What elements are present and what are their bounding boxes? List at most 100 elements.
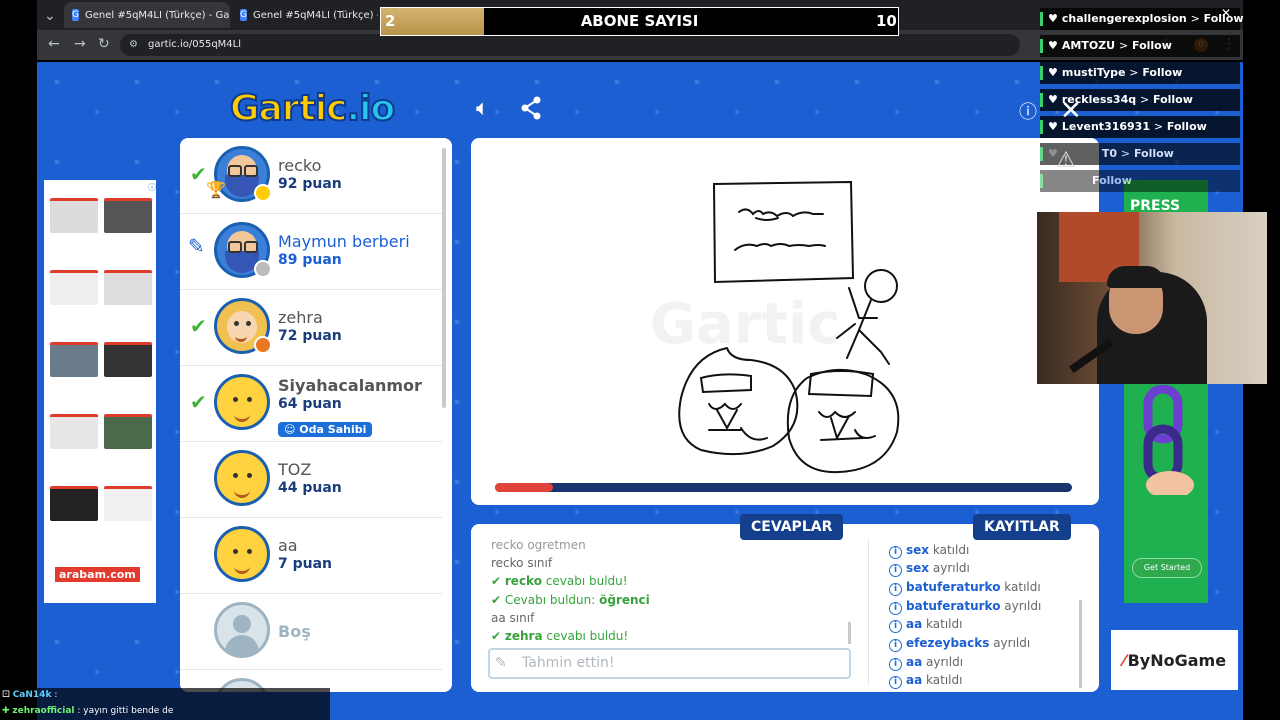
sub-goal-current: 2	[385, 12, 396, 30]
reload-icon[interactable]: ↻	[98, 36, 110, 52]
player-points: 89 puan	[278, 252, 342, 268]
check-icon: ✔	[190, 162, 207, 186]
pencil-icon: ✎	[188, 234, 205, 258]
stream-chat-line: ⚀ CaN14k :	[2, 690, 58, 700]
check-icon: ✔	[491, 593, 502, 607]
stream-left-border	[0, 0, 37, 720]
log-entry: i efezeybacks ayrıldı	[889, 636, 1030, 652]
gartic-favicon-icon: G	[72, 9, 79, 21]
log-entry: i aa ayrıldı	[889, 655, 963, 671]
sound-icon[interactable]: 🔈︎	[476, 96, 489, 121]
heart-icon: ♥	[1048, 39, 1058, 52]
tab-title: Genel #5qM4LI (Türkçe) - Gartic	[252, 9, 378, 21]
player-name: recko	[278, 156, 322, 175]
close-overlay-icon[interactable]: ✕	[1060, 96, 1082, 126]
status-dot	[254, 184, 272, 202]
check-icon: ✔	[190, 390, 207, 414]
player-name: aa	[278, 536, 298, 555]
share-icon[interactable]	[520, 96, 542, 126]
player-points: 72 puan	[278, 328, 342, 344]
player-row: TOZ 44 puan	[180, 442, 442, 518]
check-icon: ✔	[491, 574, 502, 588]
chain-link-icon	[1143, 385, 1194, 495]
player-points: 92 puan	[278, 176, 342, 192]
round-timer-track	[495, 483, 1072, 492]
trophy-icon: 🏆	[206, 180, 226, 199]
log-entry: i aa katıldı	[889, 617, 962, 633]
badge-icon: ✚	[2, 706, 10, 716]
logs-tab[interactable]: KAYITLAR	[973, 514, 1071, 540]
tab-search-icon[interactable]: ⌄	[44, 8, 56, 24]
tab-title: Genel #5qM4LI (Türkçe) - Gartic	[84, 9, 230, 21]
bynogame-logo: ⁄ ByNoGame	[1111, 630, 1238, 690]
sub-goal-target: 10	[876, 12, 897, 30]
streamer-webcam	[1037, 212, 1267, 384]
get-started-button[interactable]: Get Started	[1132, 558, 1202, 578]
avatar	[214, 450, 270, 506]
player-row: ✔ Siyahacalanmor 64 puan ☺ Oda Sahibi	[180, 366, 442, 442]
heart-icon: ♥	[1048, 120, 1058, 133]
player-row: ✎ Maymun berberi 89 puan	[180, 214, 442, 290]
player-points: 64 puan	[278, 396, 342, 412]
avatar	[214, 526, 270, 582]
answer-message: recko ogretmen	[491, 538, 586, 552]
answer-message: recko sınıf	[491, 556, 553, 570]
heart-icon: ♥	[1048, 93, 1058, 106]
player-row: ✔ 🏆 recko 92 puan	[180, 138, 442, 214]
close-icon[interactable]: ✕	[1221, 6, 1231, 20]
follow-alert: ♥ mustiType > Follow	[1040, 62, 1240, 84]
status-dot	[254, 260, 272, 278]
url-field[interactable]: ⚙ gartic.io/055qM4Ll	[120, 34, 1020, 56]
site-info-icon[interactable]: ⚙	[129, 34, 138, 56]
url-text: gartic.io/055qM4Ll	[148, 39, 242, 50]
empty-slot-label: Boş	[278, 622, 311, 641]
badge-icon: ⚀	[2, 690, 10, 700]
log-entry: i sex katıldı	[889, 543, 969, 559]
log-entry: i batuferaturko ayrıldı	[889, 599, 1041, 615]
back-icon[interactable]: ←	[48, 36, 60, 52]
answer-message: aa sınıf	[491, 611, 535, 625]
chat-divider	[868, 540, 869, 685]
player-name: Siyahacalanmor	[278, 376, 422, 395]
answers-scrollbar[interactable]	[848, 622, 851, 644]
gartic-favicon-icon: G	[240, 9, 247, 21]
status-dot	[254, 336, 272, 354]
guess-input[interactable]: Tahmin ettin!	[488, 648, 851, 679]
follow-alert: ♥ AMTOZU > Follow	[1040, 35, 1240, 57]
answer-self-correct: ✔ Cevabı buldun: öğrenci	[491, 593, 650, 607]
players-scrollbar[interactable]	[442, 148, 446, 408]
warning-icon: ⚠	[1056, 148, 1076, 173]
player-name: TOZ	[278, 460, 312, 479]
check-icon: ✔	[491, 629, 502, 643]
pencil-icon: ✎	[495, 655, 507, 671]
ad-info-icon[interactable]: ⓘ	[148, 182, 156, 193]
log-entry: i sex ayrıldı	[889, 561, 970, 577]
player-points: 44 puan	[278, 480, 342, 496]
follow-alert: Follow	[1040, 170, 1240, 192]
left-advertisement[interactable]: ⓘ	[44, 180, 156, 603]
answers-tab[interactable]: CEVAPLAR	[740, 514, 844, 540]
check-icon: ✔	[190, 314, 207, 338]
stream-chat-line: ✚ zehraofficial : yayın gitti bende de	[2, 706, 174, 716]
browser-tab-1[interactable]: G Genel #5qM4LI (Türkçe) - Gartic ✕	[64, 2, 230, 28]
player-row: ✔ zehra 72 puan	[180, 290, 442, 366]
room-owner-badge: ☺ Oda Sahibi	[278, 422, 373, 437]
gartic-logo: Gartic.io	[229, 87, 396, 130]
browser-tab-2[interactable]: G Genel #5qM4LI (Türkçe) - Gartic	[232, 2, 378, 28]
empty-slot: Boş	[180, 594, 442, 670]
answer-correct: ✔ recko cevabı buldu!	[491, 574, 628, 588]
round-timer-fill	[495, 483, 553, 492]
arabam-logo[interactable]: arabam.com	[55, 567, 140, 582]
stream-chat: ⚀ CaN14k : ✚ zehraofficial : yayın gitti…	[0, 688, 330, 720]
answer-correct: ✔ zehra cevabı buldu!	[491, 629, 629, 643]
sub-goal-title: ABONE SAYISI	[580, 12, 699, 30]
follow-alert: ♥ challengerexplosion > Follow	[1040, 8, 1244, 30]
player-row: aa 7 puan	[180, 518, 442, 594]
heart-icon: ♥	[1048, 12, 1058, 25]
player-points: 7 puan	[278, 556, 333, 572]
forward-icon[interactable]: →	[74, 36, 86, 52]
player-name: Maymun berberi	[278, 232, 410, 251]
empty-avatar-icon	[214, 602, 270, 658]
logs-scrollbar[interactable]	[1079, 600, 1082, 688]
info-icon[interactable]: ⓘ	[1019, 98, 1037, 124]
